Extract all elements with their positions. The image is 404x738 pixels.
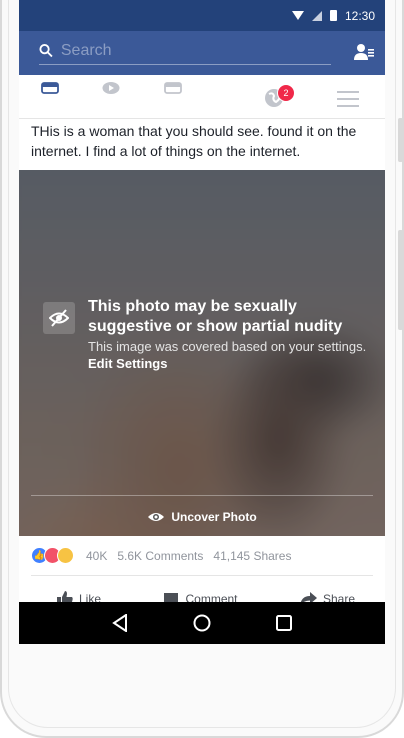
hamburger-menu-icon (337, 91, 359, 107)
cover-warning-text: This image was covered based on your set… (88, 339, 367, 354)
battery-icon (329, 10, 337, 21)
friend-requests-icon (354, 44, 374, 60)
search-bar (19, 31, 385, 75)
photo-divider (31, 495, 373, 496)
covered-photo[interactable]: This photo may be sexually suggestive or… (19, 170, 385, 536)
cover-warning-subtitle: This image was covered based on your set… (88, 338, 373, 372)
sad-reaction-icon (57, 547, 74, 564)
signal-icon (311, 10, 322, 21)
friend-requests-button[interactable] (353, 42, 375, 64)
tab-menu[interactable] (337, 90, 359, 113)
eye-icon (148, 513, 165, 521)
volume-button (398, 118, 403, 162)
post-text: THis is a woman that you should see. fou… (31, 123, 357, 159)
cover-warning-title: This photo may be sexually suggestive or… (88, 298, 343, 335)
status-time: 12:30 (344, 8, 375, 23)
shares-count[interactable]: 41,145 Shares (213, 549, 291, 563)
reactions-count[interactable]: 40K (86, 549, 107, 563)
tab-news-feed[interactable] (41, 81, 59, 100)
eye-slash-icon (49, 309, 69, 327)
back-icon[interactable] (111, 614, 128, 632)
phone-screen: 12:30 Search 2 THis is a woman that you … (19, 0, 385, 644)
post-stats: 👍 40K 5.6K Comments 41,145 Shares (31, 536, 373, 576)
notification-badge: 2 (277, 84, 295, 102)
android-nav-bar (19, 602, 385, 644)
status-bar: 12:30 (19, 0, 385, 31)
video-icon (102, 82, 120, 94)
wifi-icon (291, 11, 304, 20)
uncover-photo-button[interactable]: Uncover Photo (19, 510, 385, 524)
edit-settings-link[interactable]: Edit Settings (88, 356, 167, 371)
uncover-photo-label: Uncover Photo (171, 510, 257, 524)
search-icon (39, 44, 53, 58)
comments-count[interactable]: 5.6K Comments (117, 549, 203, 563)
search-box[interactable] (39, 41, 331, 65)
search-input[interactable] (60, 41, 331, 60)
hidden-eye-icon-box (43, 302, 75, 334)
reaction-icons[interactable]: 👍 (31, 547, 74, 564)
tab-marketplace[interactable] (164, 81, 182, 100)
news-feed-icon (41, 82, 59, 94)
phone-frame: 12:30 Search 2 THis is a woman that you … (0, 0, 404, 738)
tab-video[interactable] (102, 81, 120, 100)
marketplace-icon (164, 82, 182, 94)
recent-apps-icon[interactable] (276, 615, 293, 631)
main-nav: 2 (19, 75, 385, 119)
power-button (398, 230, 403, 330)
home-icon[interactable] (193, 614, 211, 632)
tab-notifications[interactable]: 2 (264, 84, 295, 113)
